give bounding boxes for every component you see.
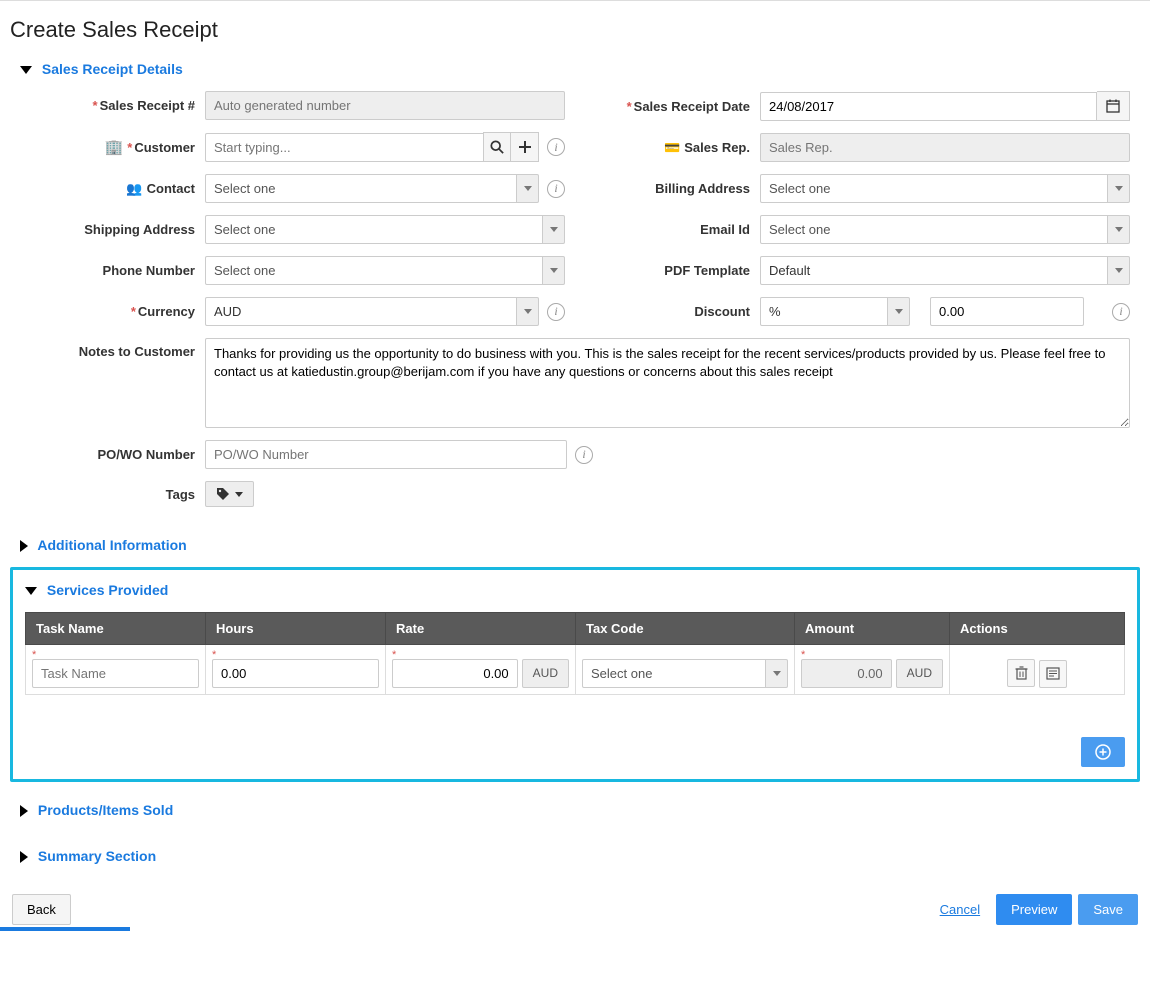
search-icon xyxy=(490,140,504,154)
label-date: *Sales Receipt Date xyxy=(585,99,760,114)
info-icon[interactable]: i xyxy=(547,303,565,321)
trash-icon xyxy=(1015,666,1028,680)
customer-add-button[interactable] xyxy=(511,132,539,162)
caret-right-icon xyxy=(20,851,28,863)
services-table: Task Name Hours Rate Tax Code Amount Act… xyxy=(25,612,1125,695)
add-row-button[interactable] xyxy=(1081,737,1125,767)
section-additional-header[interactable]: Additional Information xyxy=(20,537,1140,553)
col-amount: Amount xyxy=(795,613,950,645)
chevron-down-icon xyxy=(517,297,539,326)
label-salesrep: 💳Sales Rep. xyxy=(585,140,760,156)
cancel-link[interactable]: Cancel xyxy=(940,902,980,917)
save-button[interactable]: Save xyxy=(1078,894,1138,925)
shipping-select[interactable]: Select one xyxy=(205,215,565,244)
pdf-select[interactable]: Default xyxy=(760,256,1130,285)
section-details-header[interactable]: Sales Receipt Details xyxy=(20,61,1140,77)
receipt-no-input xyxy=(205,91,565,120)
label-pdf: PDF Template xyxy=(585,263,760,278)
chevron-down-icon xyxy=(766,659,788,688)
label-billing: Billing Address xyxy=(585,181,760,196)
label-tags: Tags xyxy=(20,487,205,502)
currency-select[interactable]: AUD xyxy=(205,297,539,326)
label-notes: Notes to Customer xyxy=(20,338,205,359)
po-input[interactable] xyxy=(205,440,567,469)
col-actions: Actions xyxy=(950,613,1125,645)
task-name-input[interactable] xyxy=(32,659,199,688)
label-shipping: Shipping Address xyxy=(20,222,205,237)
chevron-down-icon xyxy=(1108,174,1130,203)
label-po: PO/WO Number xyxy=(20,447,205,462)
discount-value-input[interactable] xyxy=(930,297,1084,326)
col-task: Task Name xyxy=(26,613,206,645)
section-products-header[interactable]: Products/Items Sold xyxy=(20,802,1140,818)
amount-input xyxy=(801,659,892,688)
caret-right-icon xyxy=(20,540,28,552)
info-icon[interactable]: i xyxy=(547,138,565,156)
caret-right-icon xyxy=(20,805,28,817)
chevron-down-icon xyxy=(543,215,565,244)
customer-search-button[interactable] xyxy=(483,132,511,162)
plus-icon xyxy=(519,141,531,153)
caret-down-icon xyxy=(20,66,32,74)
label-email: Email Id xyxy=(585,222,760,237)
section-additional-label: Additional Information xyxy=(37,537,186,553)
billing-select[interactable]: Select one xyxy=(760,174,1130,203)
notes-textarea[interactable] xyxy=(205,338,1130,428)
phone-select[interactable]: Select one xyxy=(205,256,565,285)
customer-input[interactable] xyxy=(205,133,483,162)
document-lines-icon xyxy=(1046,667,1060,680)
progress-bar xyxy=(0,927,130,931)
info-icon[interactable]: i xyxy=(575,446,593,464)
back-button[interactable]: Back xyxy=(12,894,71,925)
label-receipt-no: *Sales Receipt # xyxy=(20,98,205,113)
row-notes-button[interactable] xyxy=(1039,660,1067,688)
rate-currency-addon: AUD xyxy=(522,659,569,688)
tax-code-select[interactable]: Select one xyxy=(582,659,788,688)
tag-icon xyxy=(216,487,230,501)
label-currency: *Currency xyxy=(20,304,205,319)
col-tax: Tax Code xyxy=(576,613,795,645)
discount-type-select[interactable]: % xyxy=(760,297,910,326)
preview-button[interactable]: Preview xyxy=(996,894,1072,925)
section-summary-label: Summary Section xyxy=(38,848,156,864)
label-phone: Phone Number xyxy=(20,263,205,278)
label-customer: 🏢*Customer xyxy=(20,138,205,156)
amount-currency-addon: AUD xyxy=(896,659,943,688)
chevron-down-icon xyxy=(543,256,565,285)
building-icon: 🏢 xyxy=(105,139,124,156)
people-icon: 👥 xyxy=(126,181,142,196)
delete-row-button[interactable] xyxy=(1007,659,1035,687)
section-products-label: Products/Items Sold xyxy=(38,802,173,818)
email-select[interactable]: Select one xyxy=(760,215,1130,244)
tags-button[interactable] xyxy=(205,481,254,507)
contact-select[interactable]: Select one xyxy=(205,174,539,203)
rate-input[interactable] xyxy=(392,659,518,688)
info-icon[interactable]: i xyxy=(547,180,565,198)
chevron-down-icon xyxy=(888,297,910,326)
info-icon[interactable]: i xyxy=(1112,303,1130,321)
chevron-down-icon xyxy=(1108,215,1130,244)
card-icon: 💳 xyxy=(664,140,680,155)
chevron-down-icon xyxy=(517,174,539,203)
caret-down-icon xyxy=(25,587,37,595)
page-title: Create Sales Receipt xyxy=(10,17,1140,43)
date-input[interactable] xyxy=(760,92,1097,121)
col-hours: Hours xyxy=(206,613,386,645)
plus-circle-icon xyxy=(1095,744,1111,760)
label-discount: Discount xyxy=(585,304,760,319)
hours-input[interactable] xyxy=(212,659,379,688)
salesrep-input xyxy=(760,133,1130,162)
col-rate: Rate xyxy=(386,613,576,645)
section-summary-header[interactable]: Summary Section xyxy=(20,848,1140,864)
calendar-icon xyxy=(1106,99,1120,113)
table-row: * * * AUD xyxy=(26,645,1125,695)
label-contact: 👥Contact xyxy=(20,181,205,197)
section-services-label: Services Provided xyxy=(47,582,168,598)
chevron-down-icon xyxy=(1108,256,1130,285)
section-details-label: Sales Receipt Details xyxy=(42,61,183,77)
section-services-header[interactable]: Services Provided xyxy=(25,582,1125,598)
table-header-row: Task Name Hours Rate Tax Code Amount Act… xyxy=(26,613,1125,645)
date-picker-button[interactable] xyxy=(1097,91,1130,121)
